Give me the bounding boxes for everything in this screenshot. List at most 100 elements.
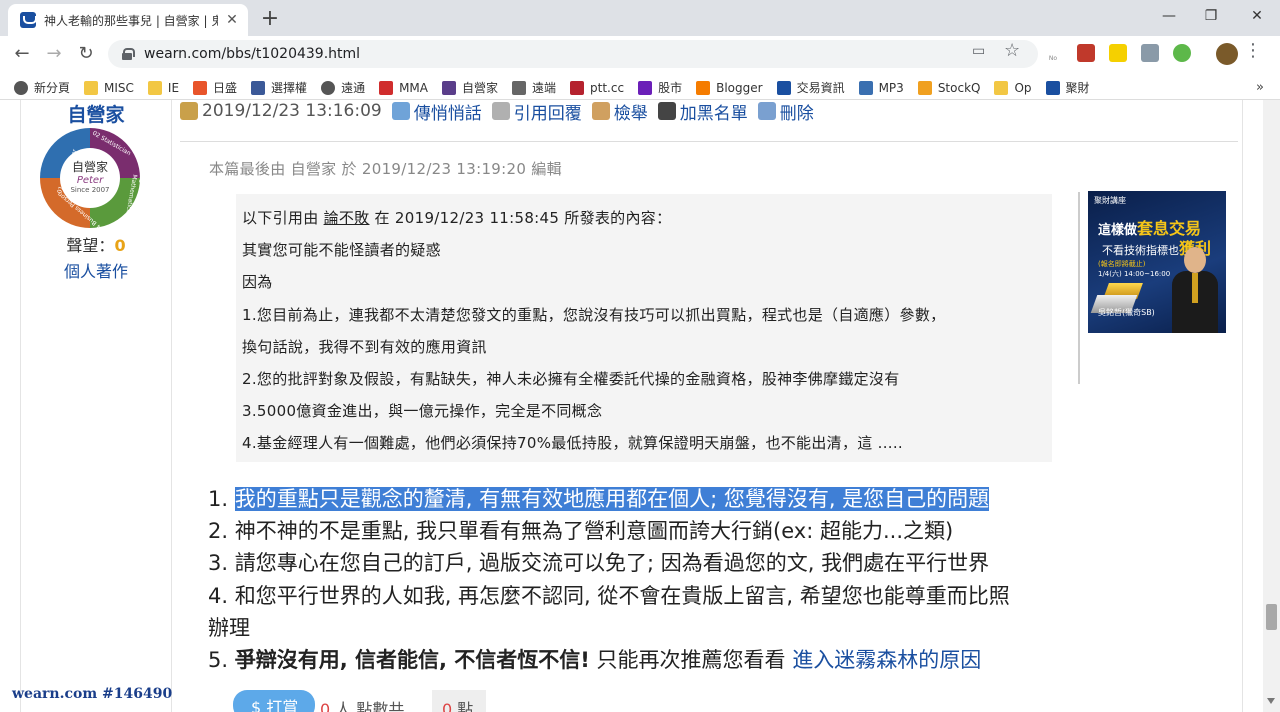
tip-summary: 0 人 點數共: [320, 696, 404, 712]
bookmark-item[interactable]: 新分頁: [14, 79, 70, 96]
back-button[interactable]: ←: [10, 42, 34, 66]
reply-bold-text: 爭辯沒有用, 信者能信, 不信者恆不信!: [234, 648, 590, 673]
bookmarks-more-icon[interactable]: »: [1256, 76, 1264, 100]
private-message-link[interactable]: 傳悄悄話: [414, 100, 482, 123]
profile-avatar[interactable]: [1216, 43, 1238, 65]
globe-icon: [14, 80, 28, 95]
browser-menu-icon[interactable]: ⋮: [1244, 40, 1262, 61]
bookmark-item[interactable]: MISC: [84, 80, 134, 95]
bookmark-item[interactable]: StockQ: [917, 80, 980, 95]
minimize-button[interactable]: —: [1146, 4, 1192, 28]
bookmark-item[interactable]: 聚財: [1045, 79, 1090, 96]
bookmark-item[interactable]: 股市: [638, 79, 682, 96]
scrollbar-thumb[interactable]: [1266, 604, 1277, 630]
avatar-arc-text: 03 Mathematician: [123, 173, 146, 220]
close-window-button[interactable]: ✕: [1234, 4, 1280, 28]
bookmark-star-icon[interactable]: ☆: [1004, 40, 1020, 61]
reputation: 聲望：0: [21, 232, 171, 256]
yahoo-icon: [638, 80, 653, 95]
quote-icon: [491, 102, 510, 120]
bookmark-item[interactable]: IE: [147, 80, 180, 95]
blacklist-link[interactable]: 加黑名單: [680, 100, 748, 123]
address-bar[interactable]: wearn.com/bbs/t1020439.html: [108, 40, 1038, 68]
bookmark-item[interactable]: 自營家: [442, 79, 498, 96]
bookmark-label: 選擇權: [271, 81, 308, 95]
forward-button[interactable]: →: [42, 42, 66, 66]
divider: [180, 141, 1238, 142]
extension-red-icon[interactable]: [1077, 44, 1095, 62]
folder-icon: [84, 80, 99, 95]
quoted-user-link[interactable]: 論不敗: [324, 209, 370, 227]
reload-button[interactable]: ↻: [74, 42, 98, 66]
blogger-icon: [696, 80, 711, 95]
tip-button[interactable]: $ 打賞: [233, 690, 315, 712]
author-avatar[interactable]: 01 Programmer 02 Statistician 03 Mathema…: [40, 128, 145, 233]
report-link[interactable]: 檢舉: [614, 100, 648, 123]
ad-date: 1/4(六) 14:00~16:00: [1098, 270, 1171, 278]
tip-count: 0: [320, 700, 331, 712]
fog-forest-link[interactable]: 進入迷霧森林的原因: [792, 648, 981, 672]
wearn-favicon-icon: [20, 12, 37, 28]
points-total: 0 點: [432, 690, 486, 712]
quote-reply-link[interactable]: 引用回覆: [514, 100, 582, 123]
ad-logo: 聚財講座: [1094, 196, 1126, 205]
bookmark-label: 交易資訊: [796, 81, 845, 95]
bookmark-item[interactable]: Blogger: [696, 80, 763, 95]
points-unit: 點: [452, 700, 474, 712]
quote-header-pre: 以下引用由: [242, 209, 324, 227]
post-meta-bar: 2019/12/23 13:16:09 傳悄悄話 引用回覆 檢舉 加黑名單 刪除: [180, 100, 824, 122]
bookmark-item[interactable]: 交易資訊: [776, 79, 845, 96]
cast-icon[interactable]: ▭: [972, 43, 985, 59]
maximize-button[interactable]: ❐: [1188, 4, 1234, 28]
ad-text: 不看技術指標也: [1102, 244, 1179, 257]
browser-chrome: 神人老輸的那些事兒 | 自營家 | 鬼 ✕ + — ❐ ✕ ← → ↻ wear…: [0, 0, 1280, 100]
tab-active[interactable]: 神人老輸的那些事兒 | 自營家 | 鬼 ✕: [8, 4, 248, 36]
tab-strip: 神人老輸的那些事兒 | 自營家 | 鬼 ✕ + — ❐ ✕: [0, 0, 1280, 36]
globe-icon: [321, 80, 336, 95]
quote-line: 因為: [242, 273, 273, 292]
bookmark-item[interactable]: ptt.cc: [570, 80, 625, 95]
page-content: 自營家 01 Programmer 02 Statistician 03 Mat…: [0, 100, 1280, 712]
quote-line: 2.您的批評對象及假設，有點缺失，神人未必擁有全權委託代操的金融資格，股神李佛摩…: [242, 370, 900, 389]
watermark: wearn.com #146490: [12, 686, 173, 702]
bookmark-label: IE: [167, 80, 180, 95]
reply-line: 2. 神不神的不是重點, 我只單看有無為了營利意圖而誇大行銷(ex: 超能力..…: [208, 519, 954, 544]
wave-icon: [193, 80, 208, 95]
bookmark-item[interactable]: MMA: [379, 80, 428, 95]
bookmark-label: Blogger: [716, 80, 763, 95]
selected-text[interactable]: 我的重點只是觀念的釐清, 有無有效地應用都在個人; 您覺得沒有, 是您自己的問題: [234, 487, 990, 511]
quote-header-post: 在 2019/12/23 11:58:45 所發表的內容：: [369, 209, 672, 227]
reply-body: 1. 我的重點只是觀念的釐清, 有無有效地應用都在個人; 您覺得沒有, 是您自己…: [208, 483, 1078, 676]
bookmark-label: ptt.cc: [590, 80, 625, 95]
bookmark-item[interactable]: 選擇權: [251, 79, 307, 96]
mma-icon: [379, 80, 394, 95]
quote-line: 其實您可能不能怪讀者的疑惑: [242, 241, 441, 260]
extension-green-icon[interactable]: [1173, 44, 1191, 62]
author-name[interactable]: 自營家: [21, 100, 171, 127]
new-tab-button[interactable]: +: [258, 6, 282, 31]
avatar-text: Peter: [76, 175, 104, 186]
bookmark-label: 日盛: [213, 81, 238, 95]
bookmark-item[interactable]: 遠通: [321, 79, 365, 96]
scroll-down-arrow-icon[interactable]: [1267, 698, 1275, 704]
delete-link[interactable]: 刪除: [780, 100, 814, 123]
ad-note: (報名即將截止): [1098, 260, 1146, 268]
ad-banner[interactable]: 聚財講座 這樣做套息交易 不看技術指標也獲利 (報名即將截止) 1/4(六) 1…: [1088, 191, 1226, 333]
bookmark-item[interactable]: MP3: [858, 80, 904, 95]
wearn-icon: [1045, 80, 1060, 95]
extension-gray-icon[interactable]: [1141, 44, 1159, 62]
extension-yellow-icon[interactable]: [1109, 44, 1127, 62]
noads-extension-icon[interactable]: No ads: [1044, 44, 1062, 92]
quote-line: 3.5000億資金進出，與一億元操作，完全是不同概念: [242, 402, 603, 421]
bookmark-item[interactable]: 日盛: [193, 79, 237, 96]
bookmark-item[interactable]: Op: [994, 80, 1032, 95]
facebook-icon: [251, 80, 266, 95]
page-scrollbar[interactable]: [1263, 100, 1280, 712]
tab-close-icon[interactable]: ✕: [224, 12, 240, 28]
bookmark-item[interactable]: 遠端: [512, 79, 556, 96]
tip-text: 人 點數共: [330, 700, 405, 712]
bookmark-label: 遠端: [532, 81, 557, 95]
personal-works-link[interactable]: 個人著作: [21, 258, 171, 282]
avatar-icon: [442, 80, 456, 95]
reply-line: 3. 請您專心在您自己的訂戶, 過版交流可以免了; 因為看過您的文, 我們處在平…: [208, 551, 990, 576]
